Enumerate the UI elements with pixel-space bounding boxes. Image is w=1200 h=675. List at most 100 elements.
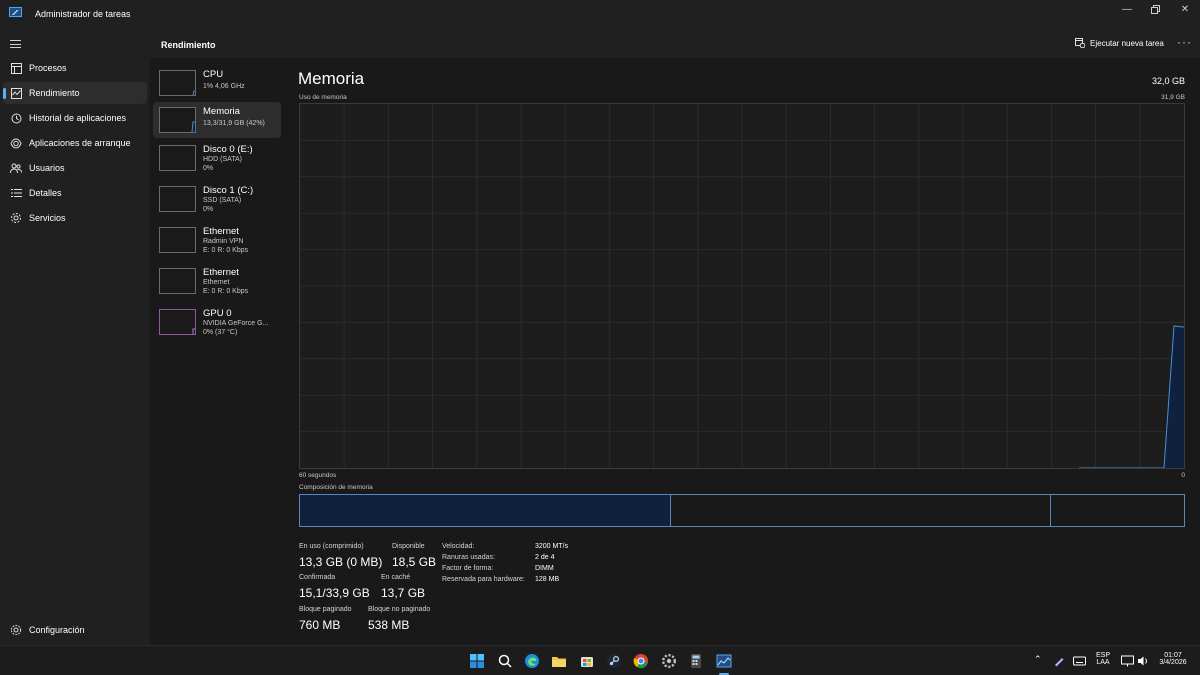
memory-total: 32,0 GB — [1151, 76, 1185, 86]
form-factor-label: Factor de forma: — [442, 565, 494, 572]
device-name: Ethernet — [203, 226, 239, 237]
pen-icon[interactable] — [1053, 655, 1065, 667]
device-name: Disco 1 (C:) — [203, 185, 254, 196]
keyboard-icon[interactable] — [1073, 655, 1086, 667]
composition-free — [1051, 495, 1184, 526]
volume-icon[interactable] — [1137, 655, 1149, 667]
cached-value: 13,7 GB — [381, 586, 426, 600]
cached-label: En caché — [381, 574, 411, 581]
device-name: GPU 0 — [203, 308, 232, 319]
sidebar-item-details[interactable]: Detalles — [3, 182, 147, 204]
device-item-cpu[interactable]: CPU 1% 4,06 GHz — [153, 65, 281, 101]
hamburger-menu-icon[interactable] — [10, 40, 21, 48]
gpu-thumbnail — [159, 309, 196, 335]
maximize-button[interactable] — [1140, 0, 1170, 18]
network-icon[interactable] — [1121, 655, 1134, 667]
device-detail: E: 0 R: 0 Kbps — [203, 247, 249, 254]
task-manager-taskbar-icon[interactable] — [716, 653, 732, 669]
settings-gear-icon[interactable] — [661, 653, 677, 669]
device-name: Memoria — [203, 106, 240, 117]
memory-title: Memoria — [298, 69, 365, 88]
calculator-icon[interactable] — [688, 653, 704, 669]
sidebar-item-label: Historial de aplicaciones — [29, 113, 127, 123]
taskbar: ⌃ ESP LAA 01:07 3/4/2026 — [0, 645, 1200, 675]
device-detail: 13,3/31,9 GB (42%) — [203, 120, 265, 127]
paged-pool-value: 760 MB — [299, 618, 341, 632]
gear-icon — [3, 624, 29, 636]
more-options-button[interactable]: ··· — [1177, 35, 1192, 49]
sidebar-item-performance[interactable]: Rendimiento — [3, 82, 147, 104]
usage-label: Uso de memoria — [299, 94, 347, 101]
composition-in-use — [300, 495, 672, 526]
sidebar-item-users[interactable]: Usuarios — [3, 157, 147, 179]
device-detail: Ethernet — [203, 279, 230, 286]
composition-cached — [671, 495, 1052, 526]
sidebar-item-startup[interactable]: Aplicaciones de arranque — [3, 132, 147, 154]
chevron-up-icon[interactable]: ⌃ — [1034, 654, 1042, 665]
memory-composition-bar — [299, 494, 1185, 527]
task-manager-icon — [9, 7, 22, 17]
windows-start-icon[interactable] — [469, 653, 485, 669]
sidebar-item-history[interactable]: Historial de aplicaciones — [3, 107, 147, 129]
nonpaged-pool-value: 538 MB — [368, 618, 410, 632]
sidebar-item-processes[interactable]: Procesos — [3, 57, 147, 79]
memory-thumbnail — [159, 107, 196, 133]
file-explorer-icon[interactable] — [551, 653, 567, 669]
device-detail: E: 0 R: 0 Kbps — [203, 288, 249, 295]
device-list: CPU 1% 4,06 GHz Memoria 13,3/31,9 GB (42… — [150, 58, 285, 645]
store-icon[interactable] — [579, 653, 595, 669]
memory-panel: Memoria 32,0 GB Uso de memoria 31,9 GB 6… — [285, 58, 1200, 645]
clock-time: 01:07 — [1164, 652, 1182, 659]
chrome-icon[interactable] — [633, 653, 649, 669]
device-item-disk1[interactable]: Disco 1 (C:) SSD (SATA) 0% — [153, 181, 281, 217]
title-bar: Administrador de tareas — ✕ — [0, 0, 1200, 30]
startup-icon — [3, 137, 29, 149]
device-item-ethernet-vpn[interactable]: Ethernet Radmin VPN E: 0 R: 0 Kbps — [153, 222, 281, 258]
minimize-button[interactable]: — — [1112, 0, 1142, 18]
device-item-memory[interactable]: Memoria 13,3/31,9 GB (42%) — [153, 102, 281, 138]
sidebar: Procesos Rendimiento Historial de aplica… — [0, 30, 150, 645]
usage-area — [1079, 325, 1184, 468]
history-icon — [3, 113, 29, 124]
sidebar-item-label: Rendimiento — [29, 88, 80, 98]
device-item-gpu[interactable]: GPU 0 NVIDIA GeForce G... 0% (37 °C) — [153, 304, 281, 340]
main-header: Rendimiento Ejecutar nueva tarea ··· — [150, 30, 1200, 58]
sidebar-item-label: Detalles — [29, 188, 62, 198]
disk1-thumbnail — [159, 186, 196, 212]
device-detail: 0% — [203, 206, 214, 213]
edge-icon[interactable] — [524, 653, 540, 669]
settings-label: Configuración — [29, 625, 85, 635]
services-icon — [3, 212, 29, 224]
sidebar-item-settings[interactable]: Configuración — [3, 619, 147, 641]
cpu-thumbnail — [159, 70, 196, 96]
slots-value: 2 de 4 — [535, 554, 555, 561]
sidebar-item-services[interactable]: Servicios — [3, 207, 147, 229]
device-item-disk0[interactable]: Disco 0 (E:) HDD (SATA) 0% — [153, 140, 281, 176]
time-axis-left: 60 segundos — [299, 472, 337, 479]
device-item-ethernet[interactable]: Ethernet Ethernet E: 0 R: 0 Kbps — [153, 263, 281, 299]
close-button[interactable]: ✕ — [1170, 0, 1200, 18]
hardware-reserved-value: 128 MB — [535, 576, 560, 583]
keyboard-layout: LAA — [1096, 659, 1110, 666]
speed-label: Velocidad: — [442, 543, 475, 550]
device-name: CPU — [203, 69, 224, 80]
details-icon — [3, 188, 29, 198]
memory-usage-graph — [299, 103, 1185, 469]
language-code: ESP — [1095, 652, 1110, 659]
usage-graph-svg — [300, 104, 1184, 469]
run-new-task-button[interactable]: Ejecutar nueva tarea — [1075, 38, 1164, 48]
in-use-label: En uso (comprimido) — [299, 543, 364, 550]
restore-icon — [1150, 4, 1160, 14]
search-icon[interactable] — [497, 653, 513, 669]
hardware-reserved-label: Reservada para hardware: — [442, 576, 525, 583]
performance-icon — [3, 87, 29, 99]
sidebar-item-label: Aplicaciones de arranque — [29, 138, 131, 148]
clock[interactable]: 01:07 3/4/2026 — [1155, 652, 1191, 666]
device-detail: 0% (37 °C) — [203, 329, 238, 336]
steam-icon[interactable] — [606, 653, 622, 669]
input-language[interactable]: ESP LAA — [1093, 652, 1113, 666]
speed-value: 3200 MT/s — [535, 543, 569, 550]
device-detail: 1% 4,06 GHz — [203, 83, 245, 90]
paged-pool-label: Bloque paginado — [299, 606, 352, 613]
run-task-icon — [1075, 38, 1085, 48]
